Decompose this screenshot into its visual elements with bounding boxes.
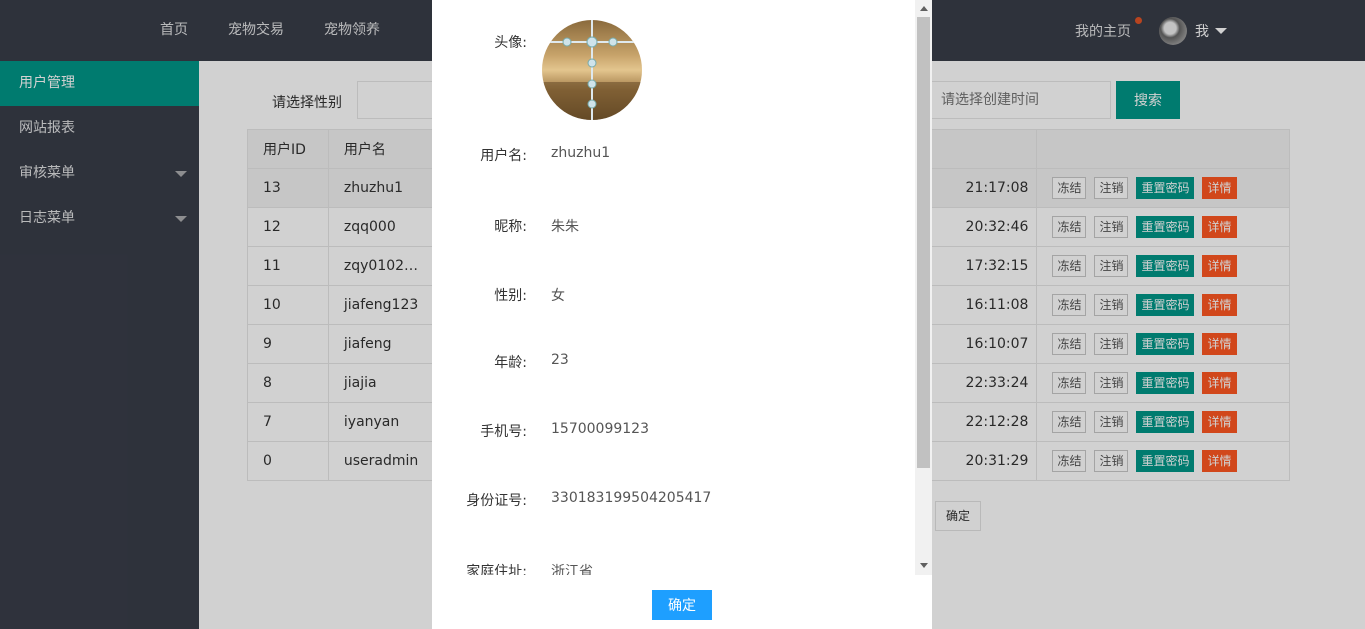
- modal-body: 头像: 用户名: zhuzhu1 昵称: 朱朱 性别: 女 年龄: 23 手机号…: [432, 0, 915, 575]
- modal-scrollbar[interactable]: [915, 0, 932, 575]
- field-value: zhuzhu1: [551, 145, 611, 161]
- field-value: 330183199504205417: [551, 490, 712, 506]
- user-detail-modal: 头像: 用户名: zhuzhu1 昵称: 朱朱 性别: 女 年龄: 23 手机号…: [432, 0, 932, 629]
- field-label: 用户名:: [480, 148, 527, 164]
- field-label: 手机号:: [480, 424, 527, 440]
- field-value: 23: [551, 352, 569, 368]
- field-label: 身份证号:: [466, 493, 527, 509]
- modal-ok-button[interactable]: 确定: [652, 590, 712, 620]
- user-avatar-large: [542, 20, 642, 120]
- avatar-label: 头像:: [494, 35, 527, 51]
- field-value: 15700099123: [551, 421, 649, 437]
- field-value: 浙江省: [551, 564, 593, 575]
- field-value: 朱朱: [551, 219, 579, 235]
- scroll-down-arrow-icon[interactable]: [920, 563, 928, 568]
- field-label: 年龄:: [494, 355, 527, 371]
- field-label: 昵称:: [494, 219, 527, 235]
- field-label: 性别:: [494, 288, 527, 304]
- scroll-thumb[interactable]: [917, 17, 930, 468]
- field-value: 女: [551, 288, 565, 304]
- field-label: 家庭住址:: [466, 564, 527, 575]
- avatar-image: [542, 20, 642, 120]
- scroll-up-arrow-icon[interactable]: [920, 6, 928, 11]
